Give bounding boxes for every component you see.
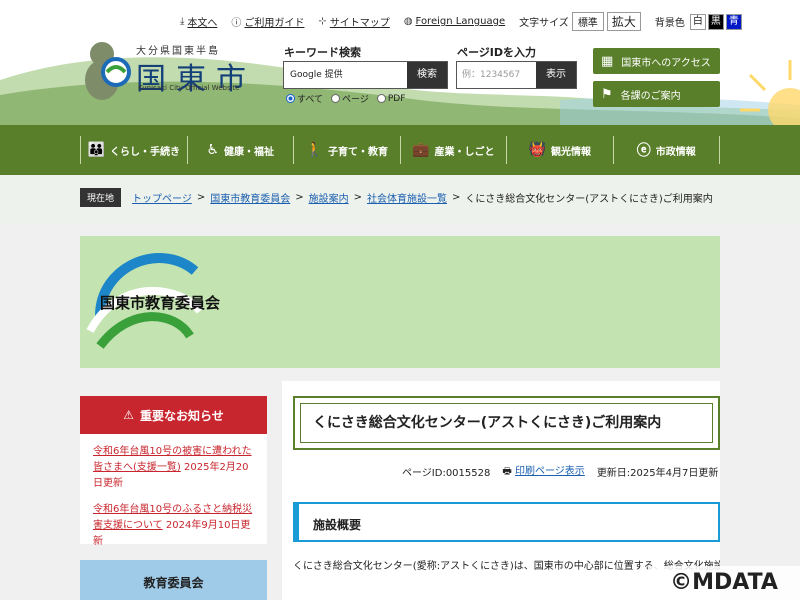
breadcrumb-separator: > — [196, 192, 206, 203]
guide-link[interactable]: ⓘ ご利用ガイド — [231, 14, 304, 29]
foreign-language-link[interactable]: ◍ Foreign Language — [404, 16, 505, 27]
keyword-search-button[interactable]: 検索 — [407, 62, 447, 88]
wheelchair-icon: ♿ — [206, 142, 220, 158]
breadcrumb-separator: > — [353, 192, 362, 203]
page-meta: ページID:0015528 🖶 印刷ページ表示 更新日:2025年4月7日更新 — [402, 462, 718, 481]
text-size-standard-button[interactable]: 標準 — [571, 12, 604, 31]
map-icon: ▦ — [601, 53, 614, 69]
signpost-icon: ⚑ — [601, 86, 613, 102]
mascot-logo-icon — [85, 42, 131, 100]
bg-color-control: 背景色 白 黒 青 — [654, 13, 742, 30]
printer-icon: 🖶 — [502, 466, 512, 477]
board-of-education-heading: 教育委員会 — [80, 560, 267, 600]
nav-industry[interactable]: 💼 産業・しごと — [399, 136, 507, 164]
breadcrumb-separator: > — [295, 192, 304, 203]
print-link[interactable]: 🖶 印刷ページ表示 — [502, 462, 584, 481]
banner-title: 国東市教育委員会 — [100, 294, 221, 312]
site-header: ⤓ 本文へ ⓘ ご利用ガイド ⊹ サイトマップ ◍ Foreign Language 文… — [0, 0, 800, 125]
nav-tourism[interactable]: 👹 観光情報 — [506, 136, 613, 164]
nav-childcare[interactable]: 🚶 子育て・教育 — [293, 136, 400, 164]
updated-date: 更新日:2025年4月7日更新 — [596, 468, 719, 479]
text-size-label: 文字サイズ — [519, 18, 569, 29]
keyword-search-title: キーワード検索 — [284, 46, 361, 59]
keyword-search-input[interactable]: Google 提供 — [284, 62, 407, 88]
breadcrumb-link[interactable]: トップページ — [132, 190, 192, 205]
nav-city-admin[interactable]: ⓔ 市政情報 — [612, 136, 720, 164]
sitemap-link[interactable]: ⊹ サイトマップ — [318, 14, 389, 29]
text-version-link[interactable]: ⤓ 本文へ — [180, 14, 217, 29]
page-title-box: くにさき総合文化センター(アストくにさき)ご利用案内 — [293, 396, 720, 450]
page-title: くにさき総合文化センター(アストくにさき)ご利用案内 — [313, 415, 662, 431]
utility-bar: ⤓ 本文へ ⓘ ご利用ガイド ⊹ サイトマップ ◍ Foreign Language 文… — [180, 12, 742, 31]
breadcrumb-link[interactable]: 施設案内 — [309, 190, 349, 205]
section-heading-box: 施設概要 — [293, 502, 720, 542]
breadcrumb-separator: > — [452, 192, 461, 203]
page-id-title: ページIDを入力 — [457, 46, 537, 59]
global-nav: 👪 くらし・手続き ♿ 健康・福祉 🚶 子育て・教育 💼 産業・しごと 👹 観光情報 ⓔ 市… — [0, 125, 800, 175]
breadcrumb-link[interactable]: 国東市教育委員会 — [210, 190, 290, 205]
scope-page-radio[interactable]: ページ — [331, 92, 369, 105]
search-scope-radios: すべて ページ PDF — [286, 92, 405, 105]
child-icon: 🚶 — [305, 142, 323, 158]
access-button[interactable]: ▦ 国東市へのアクセス — [593, 48, 720, 74]
list-item: 令和6年台風10号のふるさと納税災害支援について 2024年9月10日更新 — [93, 502, 255, 550]
breadcrumb-link[interactable]: 社会体育施設一覧 — [367, 190, 447, 205]
bg-white-button[interactable]: 白 — [689, 13, 706, 30]
info-icon: ⓘ — [231, 18, 242, 29]
download-icon: ⤓ — [180, 16, 185, 27]
departments-button[interactable]: ⚑ 各課のご案内 — [593, 81, 720, 107]
nav-living[interactable]: 👪 くらし・手続き — [80, 136, 187, 164]
breadcrumb-here-label: 現在地 — [80, 188, 122, 207]
nav-health[interactable]: ♿ 健康・福祉 — [186, 136, 294, 164]
sitemap-icon: ⊹ — [318, 16, 327, 27]
scope-all-radio[interactable]: すべて — [286, 92, 323, 105]
watermark: ©MDATA — [648, 566, 800, 600]
page-id-input[interactable]: 例：1234567 — [457, 62, 536, 88]
bg-blue-button[interactable]: 青 — [725, 13, 742, 30]
important-notice-heading: ⚠ 重要なお知らせ — [80, 396, 267, 434]
scope-pdf-radio[interactable]: PDF — [376, 92, 405, 105]
bg-color-label: 背景色 — [654, 18, 685, 29]
section-heading: 施設概要 — [313, 518, 362, 532]
logo-english: Kunisaki City Official Website — [138, 84, 240, 92]
city-logo-icon: ⓔ — [636, 143, 651, 159]
page-id-box: 例：1234567 表示 — [456, 61, 577, 89]
bg-black-button[interactable]: 黒 — [707, 13, 724, 30]
globe-icon: ◍ — [403, 16, 413, 27]
list-item: 令和6年台風10号の被害に遭われた皆さまへ(支援一覧) 2025年2月20日更新 — [93, 444, 255, 492]
text-size-control: 文字サイズ 標準 拡大 — [519, 12, 641, 31]
breadcrumb-current: くにさき総合文化センター(アストくにさき)ご利用案内 — [465, 194, 713, 205]
family-icon: 👪 — [87, 142, 105, 158]
mascot-icon: 👹 — [528, 142, 546, 158]
warning-icon: ⚠ — [123, 408, 134, 422]
keyword-search-box: Google 提供 検索 — [283, 61, 448, 89]
text-size-large-button[interactable]: 拡大 — [606, 12, 641, 31]
page-id: ページID:0015528 — [402, 468, 491, 479]
site-logo[interactable]: 大分県国東半島 国東市 Kunisaki City Official Websi… — [80, 34, 270, 104]
page-id-button[interactable]: 表示 — [536, 62, 576, 88]
breadcrumb: 現在地 トップページ > 国東市教育委員会 > 施設案内 > 社会体育施設一覧 > くに… — [80, 188, 713, 207]
important-notice-list: 令和6年台風10号の被害に遭われた皆さまへ(支援一覧) 2025年2月20日更新… — [80, 434, 267, 547]
department-banner: 国東市教育委員会 — [80, 236, 720, 368]
briefcase-icon: 💼 — [412, 142, 430, 158]
